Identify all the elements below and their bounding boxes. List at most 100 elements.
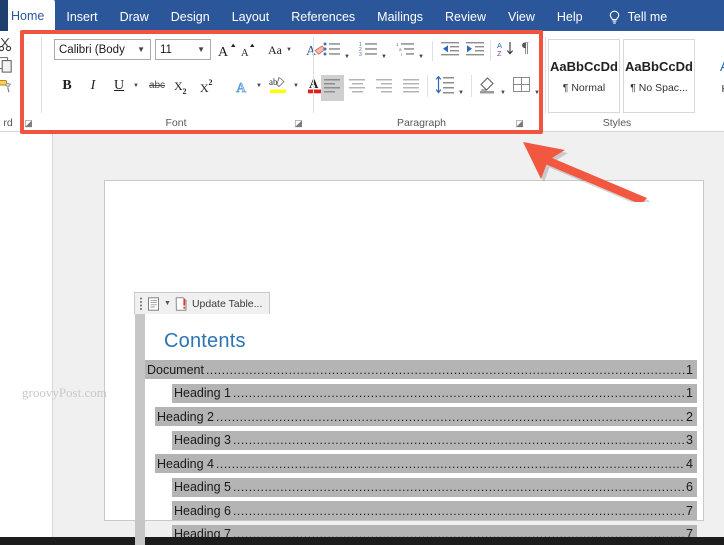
toc-entry[interactable]: Document................................…	[145, 358, 697, 382]
bullets-icon[interactable]	[323, 41, 341, 62]
svg-text:A: A	[218, 45, 229, 58]
ribbon-tab-draw[interactable]: Draw	[109, 3, 160, 31]
tell-me-box[interactable]: Tell me	[594, 3, 678, 31]
drag-grip-icon[interactable]	[139, 297, 143, 310]
bold-icon[interactable]: B	[56, 75, 78, 97]
ribbon-tab-bar: Home Insert Draw Design Layout References Mail…	[0, 0, 724, 31]
watermark: groovyPost.com	[22, 385, 107, 400]
subscript-icon[interactable]: X 2	[172, 75, 196, 97]
ribbon-group-clipboard: rd ◪	[0, 31, 38, 132]
ribbon-tab-help[interactable]: Help	[546, 3, 594, 31]
font-size-combobox[interactable]: 11 ▼	[155, 39, 211, 60]
toc-leader-dots: ........................................…	[233, 503, 686, 518]
underline-chevron-down-icon[interactable]: ▼	[130, 75, 142, 97]
cut-scissors-icon[interactable]	[0, 37, 13, 57]
ribbon-tab-insert[interactable]: Insert	[55, 3, 108, 31]
shading-icon[interactable]	[477, 76, 497, 99]
multilevel-chevron-down-icon[interactable]: ▼	[418, 45, 424, 63]
toc-entry[interactable]: Heading 3...............................…	[145, 429, 697, 453]
shading-chevron-down-icon[interactable]: ▼	[500, 81, 506, 99]
toc-entry[interactable]: Heading 6...............................…	[145, 499, 697, 523]
word-window: Home Insert Draw Design Layout References Mail…	[0, 0, 724, 545]
toc-entry-label: Heading 1	[174, 386, 231, 401]
change-case-glyph: Aa	[268, 42, 283, 57]
inner-separator	[427, 75, 428, 97]
update-table-icon[interactable]	[175, 296, 188, 311]
toc-entry[interactable]: Heading 2...............................…	[145, 405, 697, 429]
italic-icon[interactable]: I	[82, 75, 104, 97]
bullets-chevron-down-icon[interactable]: ▼	[344, 45, 350, 63]
shrink-font-icon[interactable]: A	[239, 39, 259, 60]
format-painter-icon[interactable]	[0, 79, 13, 98]
chevron-down-icon[interactable]: ▼	[164, 300, 171, 307]
ribbon-group-paragraph: ▼ 1 2 3 ▼ 1 a i ▼ A Z ¶ ▼ ▼ ▼ Paragraph …	[314, 31, 540, 132]
text-effects-icon[interactable]: A	[232, 75, 254, 97]
toc-leader-dots: ........................................…	[233, 386, 686, 401]
multilevel-list-icon[interactable]: 1 a i	[396, 41, 415, 62]
clipboard-dialog-launcher[interactable]: ◪	[23, 118, 34, 129]
svg-text:3: 3	[359, 52, 362, 57]
style-name: ¶ No Spac...	[630, 81, 688, 94]
toc-entry-label: Heading 7	[174, 527, 231, 542]
grow-font-icon[interactable]: A	[217, 39, 237, 60]
sort-icon[interactable]: A Z	[497, 40, 516, 63]
ribbon-group-font: Calibri (Body ▼ 11 ▼ A A Aa ▼ A B I U ▼ …	[42, 31, 337, 132]
text-highlight-color-icon[interactable]: ab	[266, 73, 290, 97]
text-effects-chevron-down-icon[interactable]: ▼	[253, 75, 265, 97]
justify-icon[interactable]	[403, 78, 420, 98]
toc-leader-dots: ........................................…	[216, 409, 685, 424]
toc-entry[interactable]: Heading 5...............................…	[145, 476, 697, 500]
line-spacing-chevron-down-icon[interactable]: ▼	[458, 81, 464, 99]
font-name-value: Calibri (Body	[59, 43, 125, 56]
borders-chevron-down-icon[interactable]: ▼	[534, 81, 540, 99]
numbering-icon[interactable]: 1 2 3	[359, 41, 378, 62]
font-name-combobox[interactable]: Calibri (Body ▼	[54, 39, 151, 60]
toc-leader-dots: ........................................…	[205, 362, 685, 377]
toc-options-icon[interactable]	[147, 296, 160, 311]
toc-entry[interactable]: Heading 1...............................…	[145, 382, 697, 406]
ribbon-tab-layout[interactable]: Layout	[221, 3, 281, 31]
font-dialog-launcher[interactable]: ◪	[293, 118, 304, 129]
ribbon-tab-mailings[interactable]: Mailings	[366, 3, 434, 31]
paragraph-group-label: Paragraph	[396, 117, 447, 129]
ribbon-tab-review[interactable]: Review	[434, 3, 497, 31]
toc-entry-label: Heading 4	[157, 456, 214, 471]
toc-entry-label: Heading 6	[174, 503, 231, 518]
line-spacing-icon[interactable]	[435, 75, 455, 99]
show-formatting-marks-icon[interactable]: ¶	[522, 40, 529, 57]
styles-group-label: Styles	[602, 117, 632, 129]
align-left-icon[interactable]	[321, 75, 344, 101]
toc-leader-dots: ........................................…	[233, 480, 686, 495]
lightbulb-icon	[608, 10, 621, 25]
paragraph-dialog-launcher[interactable]: ◪	[514, 118, 525, 129]
style-preview: AaB	[720, 58, 724, 75]
toc-page-number: 4	[686, 456, 693, 471]
style-item-2[interactable]: AaBHead	[698, 39, 724, 113]
style-item-0[interactable]: AaBbCcDd ¶ Normal	[548, 39, 620, 113]
ribbon-tab-references[interactable]: References	[280, 3, 366, 31]
font-size-value: 11	[160, 43, 172, 56]
toc-entry[interactable]: Heading 4...............................…	[145, 452, 697, 476]
ribbon-group-styles: AaBbCcDd ¶ Normal AaBbCcDd ¶ No Spac... AaBH…	[546, 31, 724, 132]
numbering-chevron-down-icon[interactable]: ▼	[381, 45, 387, 63]
decrease-indent-icon[interactable]	[441, 41, 460, 62]
align-center-icon[interactable]	[349, 78, 366, 98]
toc-control-tab[interactable]: ▼ Update Table...	[134, 292, 271, 314]
highlight-chevron-down-icon[interactable]: ▼	[290, 75, 302, 97]
change-case-icon[interactable]: Aa ▼	[265, 39, 295, 60]
underline-icon[interactable]: U	[108, 75, 130, 97]
ribbon-tab-home[interactable]: Home	[0, 0, 56, 31]
borders-icon[interactable]	[513, 77, 531, 98]
toc-page-number: 1	[686, 362, 693, 377]
copy-icon[interactable]	[0, 57, 13, 78]
superscript-icon[interactable]: X 2	[198, 75, 222, 97]
ribbon-tab-design[interactable]: Design	[160, 3, 221, 31]
svg-text:Z: Z	[497, 49, 502, 58]
increase-indent-icon[interactable]	[466, 41, 485, 62]
toc-leader-dots: ........................................…	[233, 433, 686, 448]
ribbon-tab-view[interactable]: View	[497, 3, 546, 31]
strikethrough-icon[interactable]: abc	[144, 75, 170, 97]
style-item-1[interactable]: AaBbCcDd ¶ No Spac...	[623, 39, 695, 113]
toc-page-number: 1	[686, 386, 693, 401]
align-right-icon[interactable]	[376, 78, 393, 98]
